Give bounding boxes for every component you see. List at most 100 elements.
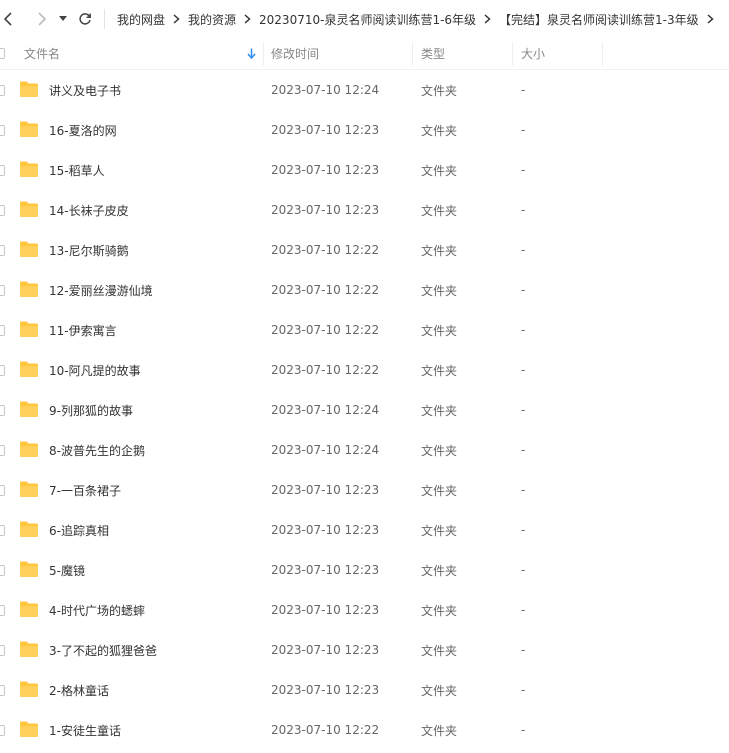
breadcrumb-item-my-resources[interactable]: 我的资源 [186, 11, 238, 28]
file-row[interactable]: 9-列那狐的故事 2023-07-10 12:24 文件夹 - [0, 390, 729, 430]
file-name[interactable]: 6-追踪真相 [49, 510, 109, 550]
file-row[interactable]: 6-追踪真相 2023-07-10 12:23 文件夹 - [0, 510, 729, 550]
file-name[interactable]: 12-爱丽丝漫游仙境 [49, 270, 153, 310]
file-type: 文件夹 [421, 510, 457, 550]
file-name[interactable]: 1-安徒生童话 [49, 710, 121, 750]
file-row[interactable]: 14-长袜子皮皮 2023-07-10 12:23 文件夹 - [0, 190, 729, 230]
file-name-label: 1-安徒生童话 [49, 723, 121, 738]
file-size-label: - [521, 643, 526, 657]
row-checkbox[interactable] [0, 230, 5, 270]
file-name[interactable]: 9-列那狐的故事 [49, 390, 133, 430]
file-type: 文件夹 [421, 70, 457, 110]
checkbox[interactable] [0, 324, 5, 336]
file-name[interactable]: 10-阿凡提的故事 [49, 350, 141, 390]
file-name-label: 讲义及电子书 [49, 83, 122, 98]
checkbox[interactable] [0, 564, 5, 576]
file-row[interactable]: 16-夏洛的网 2023-07-10 12:23 文件夹 - [0, 110, 729, 150]
row-checkbox[interactable] [0, 110, 5, 150]
row-checkbox[interactable] [0, 70, 5, 110]
file-modified-label: 2023-07-10 12:23 [271, 683, 380, 697]
file-type: 文件夹 [421, 310, 457, 350]
file-name[interactable]: 7-一百条裙子 [49, 470, 121, 510]
file-row[interactable]: 7-一百条裙子 2023-07-10 12:23 文件夹 - [0, 470, 729, 510]
file-size-label: - [521, 323, 526, 337]
column-divider[interactable] [512, 42, 513, 66]
checkbox[interactable] [0, 284, 5, 296]
row-checkbox[interactable] [0, 350, 5, 390]
back-button[interactable] [0, 0, 16, 38]
row-checkbox[interactable] [0, 510, 5, 550]
row-checkbox[interactable] [0, 150, 5, 190]
checkbox[interactable] [0, 364, 5, 376]
file-name[interactable]: 2-格林童话 [49, 670, 109, 710]
sort-descending-icon[interactable] [247, 38, 256, 69]
file-row[interactable]: 8-波普先生的企鹅 2023-07-10 12:24 文件夹 - [0, 430, 729, 470]
file-name[interactable]: 3-了不起的狐狸爸爸 [49, 630, 157, 670]
file-row[interactable]: 12-爱丽丝漫游仙境 2023-07-10 12:22 文件夹 - [0, 270, 729, 310]
checkbox[interactable] [0, 48, 5, 59]
file-row[interactable]: 13-尼尔斯骑鹅 2023-07-10 12:22 文件夹 - [0, 230, 729, 270]
column-header-size[interactable]: 大小 [521, 38, 545, 69]
file-name[interactable]: 13-尼尔斯骑鹅 [49, 230, 129, 270]
row-checkbox[interactable] [0, 710, 5, 750]
column-divider[interactable] [263, 42, 264, 66]
row-checkbox[interactable] [0, 550, 5, 590]
column-divider[interactable] [412, 42, 413, 66]
folder-icon [20, 721, 38, 737]
checkbox[interactable] [0, 164, 5, 176]
file-row[interactable]: 15-稻草人 2023-07-10 12:23 文件夹 - [0, 150, 729, 190]
row-checkbox[interactable] [0, 670, 5, 710]
checkbox[interactable] [0, 244, 5, 256]
checkbox[interactable] [0, 444, 5, 456]
checkbox[interactable] [0, 684, 5, 696]
refresh-button[interactable] [74, 0, 96, 38]
file-name[interactable]: 15-稻草人 [49, 150, 105, 190]
checkbox[interactable] [0, 84, 5, 96]
file-name-label: 11-伊索寓言 [49, 323, 117, 338]
file-row[interactable]: 10-阿凡提的故事 2023-07-10 12:22 文件夹 - [0, 350, 729, 390]
checkbox[interactable] [0, 204, 5, 216]
row-checkbox[interactable] [0, 470, 5, 510]
file-name[interactable]: 16-夏洛的网 [49, 110, 117, 150]
file-name[interactable]: 4-时代广场的蟋蟀 [49, 590, 145, 630]
checkbox[interactable] [0, 724, 5, 736]
forward-button[interactable] [30, 0, 54, 38]
row-checkbox[interactable] [0, 430, 5, 470]
file-name[interactable]: 8-波普先生的企鹅 [49, 430, 145, 470]
history-dropdown-button[interactable] [56, 0, 70, 38]
checkbox[interactable] [0, 604, 5, 616]
file-name[interactable]: 讲义及电子书 [49, 70, 121, 110]
checkbox[interactable] [0, 404, 5, 416]
column-divider[interactable] [602, 42, 603, 66]
breadcrumb-item-my-drive[interactable]: 我的网盘 [115, 11, 167, 28]
row-checkbox[interactable] [0, 590, 5, 630]
folder-icon [20, 401, 38, 417]
row-checkbox[interactable] [0, 390, 5, 430]
file-modified: 2023-07-10 12:23 [271, 590, 379, 630]
file-row[interactable]: 5-魔镜 2023-07-10 12:23 文件夹 - [0, 550, 729, 590]
row-checkbox[interactable] [0, 310, 5, 350]
checkbox[interactable] [0, 644, 5, 656]
row-checkbox[interactable] [0, 190, 5, 230]
file-row[interactable]: 2-格林童话 2023-07-10 12:23 文件夹 - [0, 670, 729, 710]
breadcrumb-item-course-folder[interactable]: 20230710-泉灵名师阅读训练营1-6年级 [257, 11, 478, 28]
file-name[interactable]: 11-伊索寓言 [49, 310, 117, 350]
file-row[interactable]: 1-安徒生童话 2023-07-10 12:22 文件夹 - [0, 710, 729, 750]
checkbox[interactable] [0, 484, 5, 496]
checkbox[interactable] [0, 124, 5, 136]
column-header-type[interactable]: 类型 [421, 38, 445, 69]
file-row[interactable]: 11-伊索寓言 2023-07-10 12:22 文件夹 - [0, 310, 729, 350]
column-header-modified[interactable]: 修改时间 [271, 38, 319, 69]
file-name[interactable]: 14-长袜子皮皮 [49, 190, 129, 230]
select-all-checkbox[interactable] [0, 38, 5, 69]
row-checkbox[interactable] [0, 270, 5, 310]
checkbox[interactable] [0, 524, 5, 536]
breadcrumb-item-current-folder[interactable]: 【完结】泉灵名师阅读训练营1-3年级 [497, 11, 701, 28]
file-row[interactable]: 3-了不起的狐狸爸爸 2023-07-10 12:23 文件夹 - [0, 630, 729, 670]
file-row[interactable]: 4-时代广场的蟋蟀 2023-07-10 12:23 文件夹 - [0, 590, 729, 630]
file-name[interactable]: 5-魔镜 [49, 550, 85, 590]
file-modified: 2023-07-10 12:23 [271, 510, 379, 550]
row-checkbox[interactable] [0, 630, 5, 670]
column-header-name[interactable]: 文件名 [24, 38, 60, 69]
file-row[interactable]: 讲义及电子书 2023-07-10 12:24 文件夹 - [0, 70, 729, 110]
